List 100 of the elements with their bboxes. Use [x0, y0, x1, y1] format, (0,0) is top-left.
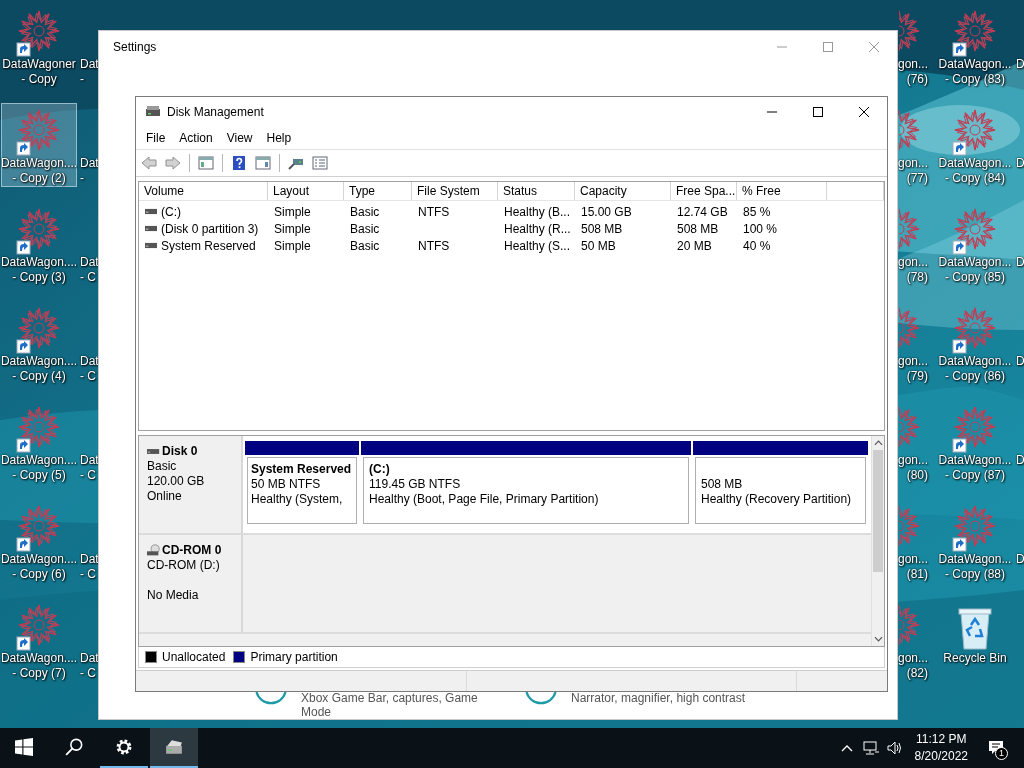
close-icon [859, 107, 869, 117]
desktop-shortcut[interactable]: D [1015, 202, 1024, 271]
table-cell-text: NTFS [417, 238, 451, 253]
desktop-shortcut[interactable]: DataWagon... - Copy (85) [937, 202, 1013, 286]
desktop-shortcut[interactable]: gon... (76) [898, 4, 934, 88]
cd-drive-icon [147, 544, 160, 557]
column-header[interactable]: Free Spa... [671, 182, 737, 200]
desktop-shortcut[interactable]: DataWagon... - Copy (86) [937, 301, 1013, 385]
desktop-shortcut[interactable]: D [1015, 301, 1024, 370]
icon-label: DataWagon... - Copy (88) [938, 552, 1012, 582]
table-cell-text: 15.00 GB [580, 204, 633, 219]
partition-status: Healthy (Recovery Partition) [701, 492, 853, 507]
icon-label: D [1016, 453, 1024, 468]
scrollbar-thumb[interactable] [873, 450, 883, 572]
desktop-shortcut[interactable]: D [1015, 4, 1024, 73]
icon-label: D [1016, 255, 1024, 270]
desktop-shortcut[interactable]: DataWagon.... - Copy (7) [1, 598, 77, 682]
drive-icon [145, 242, 157, 249]
icon-label: DataWagon... - Copy (83) [938, 57, 1012, 87]
desktop-shortcut[interactable]: DataWagon.... - Copy (6) [1, 499, 77, 583]
menu-item[interactable]: Action [172, 129, 220, 147]
desktop-shortcut[interactable]: Recycle Bin [937, 598, 1013, 682]
disk-drive-icon [165, 738, 183, 756]
desktop-shortcut[interactable]: D [1015, 400, 1024, 469]
icon-label: gon... (76) [897, 57, 929, 87]
icon-label: DataWagon.... - Copy (6) [0, 552, 78, 582]
table-cell: (C:) [161, 204, 181, 219]
circle-arc-icon [525, 691, 557, 706]
icon-label: D [1016, 552, 1024, 567]
desktop-shortcut[interactable]: DataWagoner - Copy [1, 4, 77, 88]
desktop-shortcut[interactable]: Dat - C [79, 499, 100, 583]
desktop-shortcut[interactable]: Dat - C [79, 598, 100, 682]
scrollbar[interactable] [871, 436, 884, 646]
icon-label: DataWagon... - Copy (86) [938, 354, 1012, 384]
column-header[interactable]: Layout [268, 182, 344, 200]
icon-label: gon... (81) [897, 552, 929, 582]
icon-label: gon... (78) [897, 255, 929, 285]
desktop-shortcut[interactable]: Dat - C [79, 400, 100, 484]
desktop-shortcut[interactable]: D [1015, 499, 1024, 568]
list-icon [312, 155, 328, 171]
partition-size: 50 MB NTFS [251, 477, 322, 492]
legend-label: Primary partition [250, 650, 338, 664]
desktop-shortcut[interactable]: gon... (78) [898, 202, 934, 286]
panel-icon [198, 155, 214, 171]
column-header[interactable]: Status [498, 182, 575, 200]
desktop-shortcut[interactable]: DataWagon... - Copy (87) [937, 400, 1013, 484]
partition-name: System Reserved [251, 462, 353, 477]
clock-time: 11:12 PM [916, 731, 967, 748]
menu-item[interactable]: View [219, 129, 260, 147]
icon-label: D [1016, 57, 1024, 72]
table-cell-text: Basic [349, 204, 381, 219]
icon-label: DataWagon.... - Copy (3) [0, 255, 78, 285]
desktop-shortcut[interactable]: Dat - [79, 103, 100, 187]
desktop-shortcut[interactable]: Dat - [79, 4, 100, 88]
icon-label: DataWagon.... - Copy (4) [0, 354, 78, 384]
desktop-shortcut[interactable]: Dat - C [79, 301, 100, 385]
icon-label: D [1016, 354, 1024, 369]
desktop-shortcut[interactable]: DataWagon... - Copy (88) [937, 499, 1013, 583]
icon-label: DataWagon.... - Copy (7) [0, 651, 78, 681]
partition-box[interactable]: System Reserved 50 MB NTFS Healthy (System, [247, 457, 357, 524]
icon-label: DataWagon... - Copy (87) [938, 453, 1012, 483]
column-header[interactable]: Volume [139, 182, 268, 200]
clock-button[interactable]: 11:12 PM 8/20/2022 [906, 728, 976, 768]
partition-box[interactable]: 508 MB Healthy (Recovery Partition) [695, 457, 866, 524]
column-header[interactable]: File System [412, 182, 498, 200]
windows-logo-icon [15, 738, 33, 756]
column-header[interactable]: % Free [737, 182, 827, 200]
desktop-shortcut[interactable]: DataWagon.... - Copy (3) [1, 202, 77, 286]
desktop-shortcut[interactable]: DataWagon.... - Copy (4) [1, 301, 77, 385]
scroll-up-icon [873, 440, 883, 446]
desktop-shortcut[interactable]: DataWagon.... - Copy (2) [1, 103, 77, 187]
menu-item[interactable]: Help [259, 129, 299, 147]
gear-icon [115, 738, 133, 756]
table-cell-text: Simple [273, 204, 312, 219]
table-cell-text: 85 % [742, 204, 772, 219]
desktop-shortcut[interactable]: Dat - C [79, 202, 100, 286]
taskbar-app-button[interactable] [150, 728, 198, 768]
desktop-shortcut[interactable]: gon... (79) [898, 301, 934, 385]
desktop-shortcut[interactable]: gon... (80) [898, 400, 934, 484]
table-cell-text: Healthy (B... [503, 204, 572, 219]
desktop-shortcut[interactable]: DataWagon... - Copy (83) [937, 4, 1013, 88]
desktop-shortcut[interactable]: DataWagon.... - Copy (5) [1, 400, 77, 484]
table-cell: System Reserved [161, 238, 256, 253]
desktop-shortcut[interactable]: gon... (81) [898, 499, 934, 583]
notifications-button[interactable]: 1 [976, 728, 1016, 768]
desktop-shortcut[interactable]: gon... (82) [898, 598, 934, 682]
icon-label: Dat - C [80, 651, 99, 681]
disk-size: 120.00 GB [147, 474, 206, 489]
chevron-up-icon [840, 744, 853, 752]
partition-box[interactable]: (C:) 119.45 GB NTFS Healthy (Boot, Page File, Primary Partition) [363, 457, 689, 524]
clock-date: 8/20/2022 [914, 748, 968, 765]
menu-item[interactable]: File [139, 129, 173, 147]
table-cell-text: 12.74 GB [676, 204, 729, 219]
partition-size: 508 MB [701, 477, 744, 492]
icon-label: DataWagon... - Copy (84) [938, 156, 1012, 186]
icon-label: Dat - C [80, 453, 99, 483]
column-header[interactable]: Capacity [575, 182, 671, 200]
column-header[interactable]: Type [344, 182, 412, 200]
table-cell-text: Basic [349, 238, 381, 253]
icon-label: gon... (77) [897, 156, 929, 186]
